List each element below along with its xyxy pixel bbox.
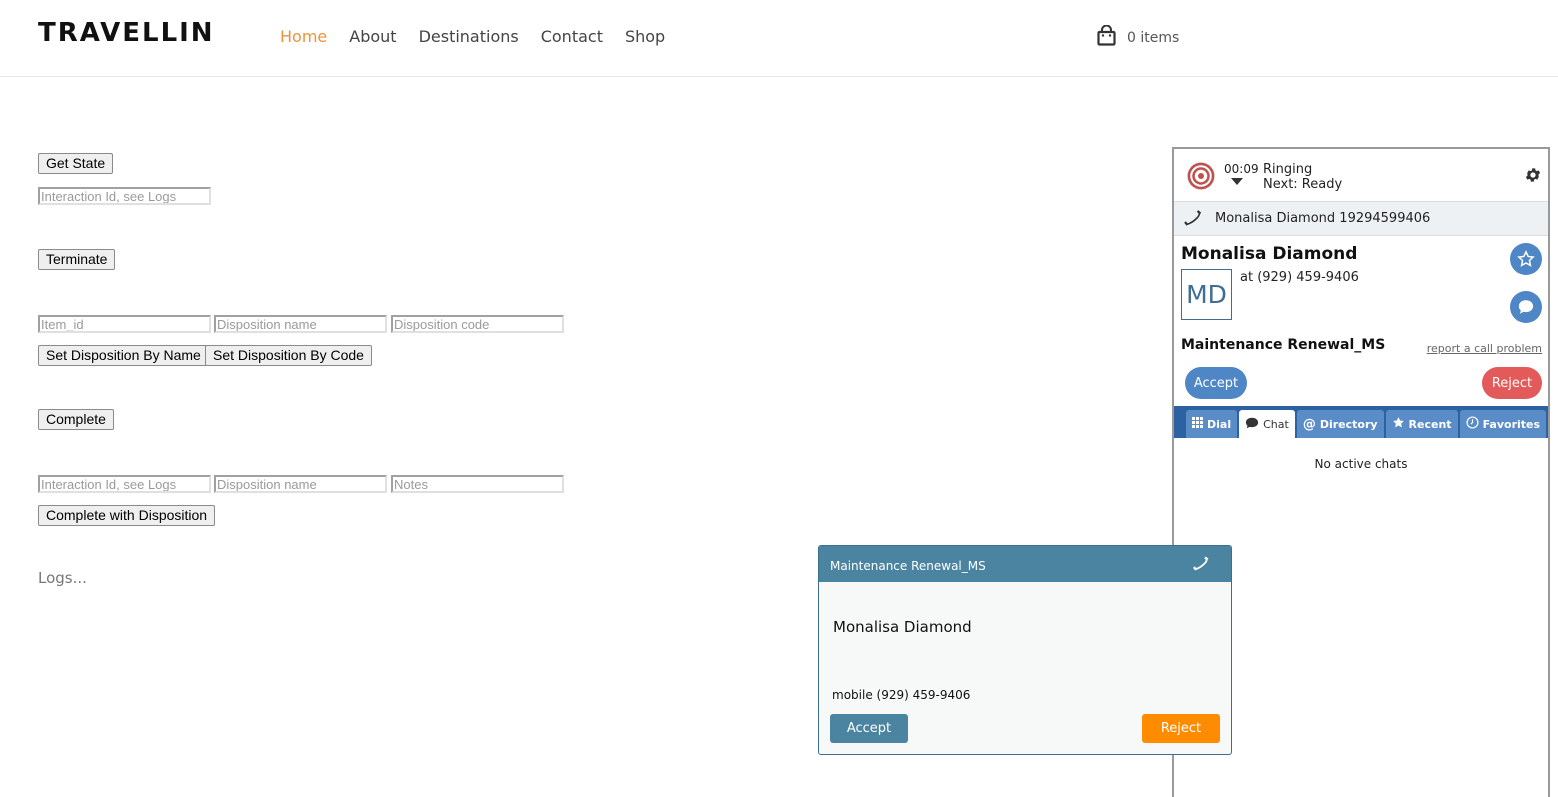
contact-name: Monalisa Diamond	[1181, 244, 1358, 264]
phone-icon	[1193, 556, 1209, 577]
empty-chats-message: No active chats	[1314, 457, 1408, 471]
campaign-name: Maintenance Renewal_MS	[1181, 337, 1386, 353]
tab-dial[interactable]: Dial	[1186, 410, 1238, 438]
softphone-tabs: Dial Chat @ Directory Recent Favorites	[1174, 406, 1548, 438]
shopping-bag-icon	[1097, 24, 1116, 51]
item-id-input[interactable]	[38, 315, 211, 333]
agent-status-bar: 00:09 Ringing Next: Ready	[1174, 149, 1548, 201]
set-disposition-by-name-button[interactable]: Set Disposition By Name	[38, 345, 209, 366]
disposition-name-input-2[interactable]	[214, 475, 387, 493]
popup-contact-number: mobile (929) 459-9406	[832, 688, 971, 702]
complete-button[interactable]: Complete	[38, 409, 114, 430]
gear-icon[interactable]	[1524, 166, 1542, 189]
incoming-call-popup: Maintenance Renewal_MS Monalisa Diamond …	[818, 545, 1232, 755]
next-state: Next: Ready	[1263, 177, 1343, 192]
popup-contact-name: Monalisa Diamond	[833, 618, 972, 636]
star-icon[interactable]	[1510, 243, 1542, 275]
nav-home[interactable]: Home	[280, 27, 327, 46]
tab-recent[interactable]: Recent	[1385, 410, 1458, 438]
phone-icon	[1184, 210, 1202, 232]
agent-state: Ringing	[1263, 162, 1313, 177]
tab-recent-label: Recent	[1408, 417, 1452, 431]
accept-button[interactable]: Accept	[1185, 367, 1247, 399]
interaction-id-input[interactable]	[38, 187, 211, 205]
disposition-name-input[interactable]	[214, 315, 387, 333]
popup-header: Maintenance Renewal_MS	[819, 546, 1231, 582]
reject-button[interactable]: Reject	[1482, 367, 1542, 399]
interaction-id-input-2[interactable]	[38, 475, 211, 493]
cart[interactable]: 0 items	[1097, 24, 1180, 51]
contact-phone: at (929) 459-9406	[1240, 270, 1359, 285]
active-call-bar: Monalisa Diamond 19294599406	[1174, 201, 1548, 236]
site-header: TRAVELLIN Home About Destinations Contac…	[0, 0, 1558, 77]
notes-input[interactable]	[391, 475, 564, 493]
disposition-code-input[interactable]	[391, 315, 564, 333]
chat-bubble-icon[interactable]	[1510, 291, 1542, 323]
main-nav: Home About Destinations Contact Shop	[280, 27, 687, 46]
set-disposition-by-code-button[interactable]: Set Disposition By Code	[205, 345, 372, 366]
complete-with-disposition-button[interactable]: Complete with Disposition	[38, 505, 216, 526]
tab-chat[interactable]: Chat	[1239, 410, 1295, 438]
popup-accept-button[interactable]: Accept	[830, 714, 908, 743]
cart-count: 0 items	[1127, 30, 1180, 46]
report-call-problem-link[interactable]: report a call problem	[1427, 342, 1542, 355]
clock-icon	[1466, 416, 1479, 432]
chat-bubble-icon	[1245, 417, 1259, 432]
tab-favorites-label: Favorites	[1482, 417, 1541, 431]
dialpad-icon	[1192, 417, 1203, 431]
call-line-text: Monalisa Diamond 19294599406	[1215, 211, 1431, 226]
get-state-button[interactable]: Get State	[38, 153, 114, 174]
star-icon	[1392, 416, 1405, 432]
target-icon[interactable]	[1186, 161, 1216, 196]
popup-title: Maintenance Renewal_MS	[830, 559, 986, 573]
tab-dial-label: Dial	[1207, 417, 1232, 431]
brand-logo[interactable]: TRAVELLIN	[38, 18, 215, 48]
nav-about[interactable]: About	[349, 27, 396, 46]
tab-directory[interactable]: @ Directory	[1296, 410, 1384, 438]
call-timer: 00:09	[1224, 162, 1259, 176]
terminate-button[interactable]: Terminate	[38, 249, 116, 270]
nav-contact[interactable]: Contact	[541, 27, 603, 46]
nav-destinations[interactable]: Destinations	[419, 27, 519, 46]
tab-directory-label: Directory	[1319, 417, 1378, 431]
popup-reject-button[interactable]: Reject	[1142, 714, 1220, 743]
at-icon: @	[1302, 416, 1316, 432]
chevron-down-icon[interactable]	[1231, 178, 1243, 185]
nav-shop[interactable]: Shop	[625, 27, 665, 46]
tab-favorites[interactable]: Favorites	[1459, 410, 1547, 438]
logs-output: Logs...	[38, 569, 87, 587]
avatar: MD	[1181, 269, 1232, 320]
tab-chat-label: Chat	[1263, 417, 1289, 431]
